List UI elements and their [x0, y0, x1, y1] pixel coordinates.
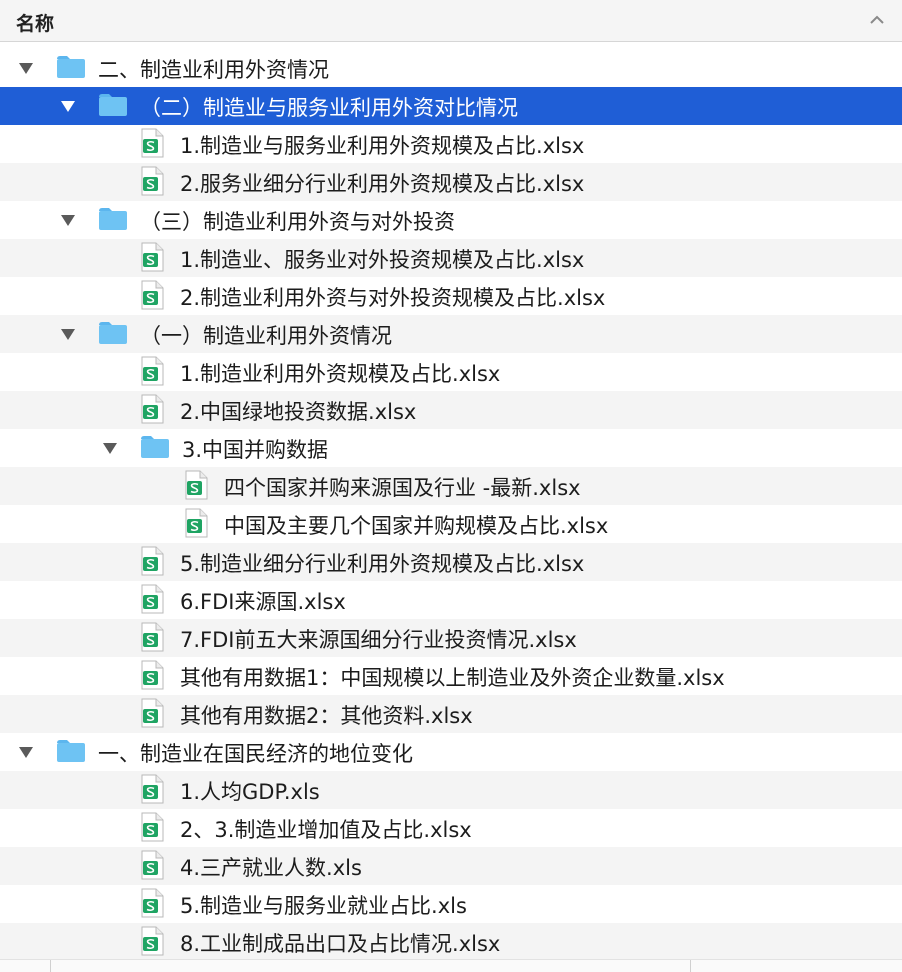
spreadsheet-file-icon [141, 888, 164, 918]
disclosure-triangle-icon[interactable] [18, 744, 34, 760]
file-row[interactable]: 2.制造业利用外资与对外投资规模及占比.xlsx [0, 277, 902, 315]
file-name: 1.制造业、服务业对外投资规模及占比.xlsx [180, 248, 585, 272]
file-name: 8.工业制成品出口及占比情况.xlsx [180, 932, 501, 956]
folder-icon [99, 208, 127, 230]
file-name: 其他有用数据2：其他资料.xlsx [180, 704, 473, 728]
file-name: 2、3.制造业增加值及占比.xlsx [180, 818, 472, 842]
name-column-title: 名称 [16, 13, 55, 35]
folder-row[interactable]: 二、制造业利用外资情况 [0, 49, 902, 87]
file-name: 2.服务业细分行业利用外资规模及占比.xlsx [180, 172, 585, 196]
spreadsheet-file-icon [141, 926, 164, 956]
disclosure-triangle-icon[interactable] [102, 440, 118, 456]
spreadsheet-file-icon [141, 546, 164, 576]
file-name: 中国及主要几个国家并购规模及占比.xlsx [224, 514, 609, 538]
folder-name: 二、制造业利用外资情况 [98, 58, 329, 82]
file-name: 其他有用数据1：中国规模以上制造业及外资企业数量.xlsx [180, 666, 725, 690]
bottom-edge [0, 959, 902, 972]
file-row[interactable]: 2.中国绿地投资数据.xlsx [0, 391, 902, 429]
file-tree: 二、制造业利用外资情况 （二）制造业与服务业利用外资对比情况 1.制造业与服务业利用… [0, 49, 902, 961]
file-row[interactable]: 8.工业制成品出口及占比情况.xlsx [0, 923, 902, 961]
spreadsheet-file-icon [141, 774, 164, 804]
spreadsheet-file-icon [141, 622, 164, 652]
spreadsheet-file-icon [141, 166, 164, 196]
folder-name: （二）制造业与服务业利用外资对比情况 [140, 96, 518, 120]
file-name: 1.制造业利用外资规模及占比.xlsx [180, 362, 501, 386]
spreadsheet-file-icon [141, 356, 164, 386]
file-name: 四个国家并购来源国及行业 -最新.xlsx [224, 476, 581, 500]
spreadsheet-file-icon [141, 850, 164, 880]
file-row[interactable]: 2.服务业细分行业利用外资规模及占比.xlsx [0, 163, 902, 201]
file-row[interactable]: 1.人均GDP.xls [0, 771, 902, 809]
spreadsheet-file-icon [185, 508, 208, 538]
file-row[interactable]: 2、3.制造业增加值及占比.xlsx [0, 809, 902, 847]
file-row[interactable]: 7.FDI前五大来源国细分行业投资情况.xlsx [0, 619, 902, 657]
file-name: 1.制造业与服务业利用外资规模及占比.xlsx [180, 134, 585, 158]
folder-icon [57, 56, 85, 78]
file-row[interactable]: 5.制造业与服务业就业占比.xls [0, 885, 902, 923]
file-name: 2.中国绿地投资数据.xlsx [180, 400, 417, 424]
file-name: 1.人均GDP.xls [180, 780, 320, 804]
disclosure-triangle-icon[interactable] [60, 326, 76, 342]
folder-icon [99, 322, 127, 344]
file-name: 5.制造业细分行业利用外资规模及占比.xlsx [180, 552, 585, 576]
file-name: 2.制造业利用外资与对外投资规模及占比.xlsx [180, 286, 606, 310]
folder-name: （一）制造业利用外资情况 [140, 324, 392, 348]
file-name: 7.FDI前五大来源国细分行业投资情况.xlsx [180, 628, 577, 652]
folder-row[interactable]: （三）制造业利用外资与对外投资 [0, 201, 902, 239]
folder-name: 一、制造业在国民经济的地位变化 [98, 742, 413, 766]
spreadsheet-file-icon [141, 812, 164, 842]
spreadsheet-file-icon [141, 660, 164, 690]
folder-icon [141, 436, 169, 458]
file-name: 6.FDI来源国.xlsx [180, 590, 346, 614]
chevron-up-icon[interactable] [866, 7, 888, 33]
file-row[interactable]: 四个国家并购来源国及行业 -最新.xlsx [0, 467, 902, 505]
folder-name: 3.中国并购数据 [182, 438, 329, 462]
file-name: 4.三产就业人数.xls [180, 856, 362, 880]
spreadsheet-file-icon [141, 242, 164, 272]
spreadsheet-file-icon [185, 470, 208, 500]
spreadsheet-file-icon [141, 394, 164, 424]
folder-row[interactable]: （二）制造业与服务业利用外资对比情况 [0, 87, 902, 125]
folder-name: （三）制造业利用外资与对外投资 [140, 210, 455, 234]
folder-row[interactable]: 3.中国并购数据 [0, 429, 902, 467]
disclosure-triangle-icon[interactable] [60, 212, 76, 228]
file-row[interactable]: 中国及主要几个国家并购规模及占比.xlsx [0, 505, 902, 543]
spreadsheet-file-icon [141, 128, 164, 158]
file-row[interactable]: 6.FDI来源国.xlsx [0, 581, 902, 619]
file-row[interactable]: 其他有用数据1：中国规模以上制造业及外资企业数量.xlsx [0, 657, 902, 695]
disclosure-triangle-icon[interactable] [18, 60, 34, 76]
file-name: 5.制造业与服务业就业占比.xls [180, 894, 467, 918]
file-row[interactable]: 5.制造业细分行业利用外资规模及占比.xlsx [0, 543, 902, 581]
folder-row[interactable]: 一、制造业在国民经济的地位变化 [0, 733, 902, 771]
folder-icon [99, 94, 127, 116]
file-row[interactable]: 4.三产就业人数.xls [0, 847, 902, 885]
folder-row[interactable]: （一）制造业利用外资情况 [0, 315, 902, 353]
spreadsheet-file-icon [141, 584, 164, 614]
file-row[interactable]: 1.制造业与服务业利用外资规模及占比.xlsx [0, 125, 902, 163]
spreadsheet-file-icon [141, 280, 164, 310]
disclosure-triangle-icon[interactable] [60, 98, 76, 114]
file-row[interactable]: 1.制造业利用外资规模及占比.xlsx [0, 353, 902, 391]
spreadsheet-file-icon [141, 698, 164, 728]
column-header[interactable]: 名称 [0, 0, 902, 42]
file-row[interactable]: 其他有用数据2：其他资料.xlsx [0, 695, 902, 733]
folder-icon [57, 740, 85, 762]
file-row[interactable]: 1.制造业、服务业对外投资规模及占比.xlsx [0, 239, 902, 277]
